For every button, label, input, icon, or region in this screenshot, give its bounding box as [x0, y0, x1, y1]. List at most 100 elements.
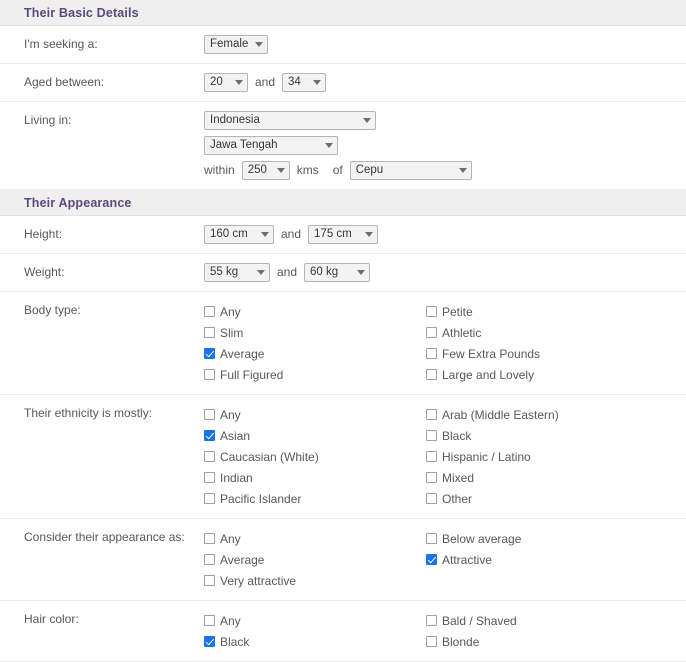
row-label-body-type: Body type:: [24, 303, 81, 317]
checkbox-item-ethnicity[interactable]: Black: [426, 425, 559, 446]
distance-select[interactable]: 250: [241, 161, 290, 180]
row-label-height: Height:: [24, 227, 63, 241]
checkbox-icon[interactable]: [426, 493, 437, 504]
checkbox-item-ethnicity[interactable]: Arab (Middle Eastern): [426, 404, 559, 425]
region-select[interactable]: Jawa Tengah: [204, 136, 338, 155]
row-field-living-in: Indonesia Jawa Tengah within 250 kms of Cepu: [204, 111, 686, 180]
checkbox-item-appearance-rating[interactable]: Very attractive: [204, 570, 420, 591]
checkbox-icon[interactable]: [426, 327, 437, 338]
checkbox-icon[interactable]: [204, 615, 215, 626]
checkbox-item-ethnicity[interactable]: Indian: [204, 467, 420, 488]
checkbox-checked-icon[interactable]: [204, 636, 215, 647]
checkbox-group-body-type: Any Slim Average Full Figured Petite Athletic…: [204, 301, 686, 385]
checkbox-icon[interactable]: [204, 409, 215, 420]
checkbox-item-ethnicity[interactable]: Mixed: [426, 467, 559, 488]
checkbox-icon[interactable]: [426, 409, 437, 420]
checkbox-item-appearance-rating[interactable]: Average: [204, 549, 420, 570]
checkbox-icon[interactable]: [204, 327, 215, 338]
checkbox-label: Indian: [220, 470, 253, 485]
weight-min-select[interactable]: 55 kg: [204, 263, 270, 282]
checkbox-item-hair-color[interactable]: Bald / Shaved: [426, 610, 517, 631]
checkbox-item-hair-color[interactable]: Any: [204, 610, 420, 631]
checkbox-item-appearance-rating[interactable]: Attractive: [426, 549, 521, 570]
checkbox-item-appearance-rating[interactable]: Below average: [426, 528, 521, 549]
checkbox-icon[interactable]: [204, 369, 215, 380]
checkbox-item-body-type[interactable]: Athletic: [426, 322, 540, 343]
chevron-down-icon: [325, 143, 333, 148]
age-max-select[interactable]: 34: [282, 73, 327, 92]
form-row-seeking: I'm seeking a: Female: [0, 26, 686, 64]
row-label-weight: Weight:: [24, 265, 65, 279]
seeking-select[interactable]: Female: [204, 35, 268, 54]
checkbox-item-body-type[interactable]: Large and Lovely: [426, 364, 540, 385]
checkbox-checked-icon[interactable]: [426, 554, 437, 565]
checkbox-item-body-type[interactable]: Any: [204, 301, 420, 322]
checkbox-icon[interactable]: [204, 554, 215, 565]
chevron-down-icon: [363, 118, 371, 123]
checkbox-icon[interactable]: [204, 575, 215, 586]
checkbox-icon[interactable]: [426, 430, 437, 441]
row-field-appearance-rating: Any Average Very attractive Below average At…: [204, 528, 686, 591]
section-header-appearance: Their Appearance: [0, 190, 686, 216]
checkbox-item-appearance-rating[interactable]: Any: [204, 528, 420, 549]
form-row-age: Aged between: 20 and 34: [0, 64, 686, 102]
form-row-living-in: Living in: Indonesia Jawa Tengah within 250 k…: [0, 102, 686, 190]
checkbox-icon[interactable]: [426, 615, 437, 626]
checkbox-item-body-type[interactable]: Slim: [204, 322, 420, 343]
row-label-hair-color: Hair color:: [24, 612, 79, 626]
search-preferences-form: Their Basic Details I'm seeking a: Female A…: [0, 0, 686, 662]
checkbox-label: Very attractive: [220, 573, 297, 588]
section-header-basic-details: Their Basic Details: [0, 0, 686, 26]
checkbox-item-body-type[interactable]: Full Figured: [204, 364, 420, 385]
checkbox-item-body-type[interactable]: Petite: [426, 301, 540, 322]
checkbox-item-body-type[interactable]: Average: [204, 343, 420, 364]
checkbox-item-ethnicity[interactable]: Pacific Islander: [204, 488, 420, 509]
checkbox-item-hair-color[interactable]: Blonde: [426, 631, 517, 652]
checkbox-label: Slim: [220, 325, 244, 340]
checkbox-icon[interactable]: [426, 636, 437, 647]
checkbox-item-hair-color[interactable]: Black: [204, 631, 420, 652]
checkbox-item-ethnicity[interactable]: Asian: [204, 425, 420, 446]
chevron-down-icon: [235, 80, 243, 85]
checkbox-label: Large and Lovely: [442, 367, 535, 382]
checkbox-label: Black: [220, 634, 250, 649]
country-select[interactable]: Indonesia: [204, 111, 376, 130]
form-row-height: Height: 160 cm and 175 cm: [0, 216, 686, 254]
height-min-select[interactable]: 160 cm: [204, 225, 274, 244]
height-max-select[interactable]: 175 cm: [308, 225, 379, 244]
checkbox-label: Few Extra Pounds: [442, 346, 541, 361]
city-select[interactable]: Cepu: [349, 161, 472, 180]
checkbox-label: Asian: [220, 428, 251, 443]
checkbox-item-ethnicity[interactable]: Caucasian (White): [204, 446, 420, 467]
chevron-down-icon: [261, 232, 269, 237]
checkbox-checked-icon[interactable]: [204, 430, 215, 441]
checkbox-group-appearance-rating: Any Average Very attractive Below average At…: [204, 528, 686, 591]
checkbox-item-ethnicity[interactable]: Hispanic / Latino: [426, 446, 559, 467]
weight-max-select-value: 60 kg: [310, 266, 339, 278]
checkbox-icon[interactable]: [204, 493, 215, 504]
checkbox-label: Any: [220, 531, 241, 546]
checkbox-icon[interactable]: [204, 306, 215, 317]
field-line: Indonesia: [204, 111, 686, 130]
checkbox-icon[interactable]: [204, 533, 215, 544]
row-label-living-in: Living in:: [24, 113, 72, 127]
checkbox-icon[interactable]: [426, 369, 437, 380]
checkbox-item-ethnicity[interactable]: Any: [204, 404, 420, 425]
checkbox-label: Below average: [442, 531, 522, 546]
checkbox-icon[interactable]: [204, 451, 215, 462]
checkbox-icon[interactable]: [426, 306, 437, 317]
checkbox-icon[interactable]: [426, 348, 437, 359]
form-row-appearance-rating: Consider their appearance as: Any Average V…: [0, 519, 686, 601]
checkbox-icon[interactable]: [426, 472, 437, 483]
checkbox-icon[interactable]: [426, 533, 437, 544]
checkbox-item-ethnicity[interactable]: Other: [426, 488, 559, 509]
chevron-down-icon: [365, 232, 374, 237]
checkbox-icon[interactable]: [204, 472, 215, 483]
checkbox-icon[interactable]: [426, 451, 437, 462]
age-min-select[interactable]: 20: [204, 73, 248, 92]
checkbox-item-body-type[interactable]: Few Extra Pounds: [426, 343, 540, 364]
checkbox-label: Attractive: [442, 552, 493, 567]
checkbox-checked-icon[interactable]: [204, 348, 215, 359]
region-select-value: Jawa Tengah: [210, 139, 278, 151]
weight-max-select[interactable]: 60 kg: [304, 263, 371, 282]
